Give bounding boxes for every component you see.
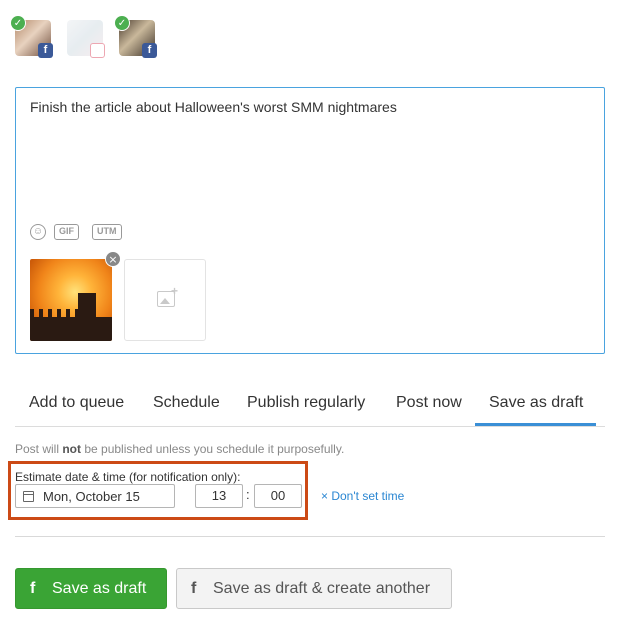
- account-avatar-2[interactable]: [67, 20, 105, 58]
- tab-schedule[interactable]: Schedule: [153, 394, 220, 412]
- account-avatar-1[interactable]: ✓ f: [10, 15, 53, 58]
- emoji-icon[interactable]: ☺: [30, 224, 46, 240]
- selected-check-icon: ✓: [10, 15, 26, 31]
- draft-note: Post will not be published unless you sc…: [15, 442, 345, 456]
- tab-post-now[interactable]: Post now: [396, 394, 462, 412]
- post-composer[interactable]: Finish the article about Halloween's wor…: [15, 87, 605, 354]
- gif-button[interactable]: GIF: [54, 224, 79, 240]
- facebook-icon: f: [30, 580, 36, 597]
- tab-save-as-draft[interactable]: Save as draft: [489, 394, 583, 412]
- post-text[interactable]: Finish the article about Halloween's wor…: [30, 99, 397, 115]
- selected-check-icon: ✓: [114, 15, 130, 31]
- plus-icon: +: [171, 284, 179, 298]
- account-avatar-3[interactable]: ✓ f: [114, 15, 157, 58]
- publish-tabs: Add to queue Schedule Publish regularly …: [15, 384, 605, 427]
- hour-input[interactable]: 13: [195, 484, 243, 508]
- facebook-icon: f: [38, 43, 53, 58]
- save-as-draft-button[interactable]: f Save as draft: [15, 568, 167, 609]
- remove-image-icon[interactable]: ×: [105, 251, 121, 267]
- time-separator: :: [246, 487, 250, 502]
- tab-publish-regularly[interactable]: Publish regularly: [247, 394, 365, 412]
- calendar-icon: [23, 491, 34, 502]
- utm-button[interactable]: UTM: [92, 224, 122, 240]
- facebook-icon: f: [191, 580, 197, 597]
- divider: [15, 536, 605, 537]
- tab-add-to-queue[interactable]: Add to queue: [29, 394, 124, 412]
- active-tab-indicator: [475, 423, 596, 426]
- save-as-draft-create-another-button[interactable]: f Save as draft & create another: [176, 568, 452, 609]
- estimate-label: Estimate date & time (for notification o…: [15, 470, 241, 484]
- instagram-icon: [90, 43, 105, 58]
- facebook-icon: f: [142, 43, 157, 58]
- minute-input[interactable]: 00: [254, 484, 302, 508]
- dont-set-time-link[interactable]: × Don't set time: [321, 489, 404, 503]
- attached-image-thumbnail[interactable]: [30, 259, 112, 341]
- date-picker-input[interactable]: Mon, October 15: [15, 484, 175, 508]
- add-media-button[interactable]: +: [124, 259, 206, 341]
